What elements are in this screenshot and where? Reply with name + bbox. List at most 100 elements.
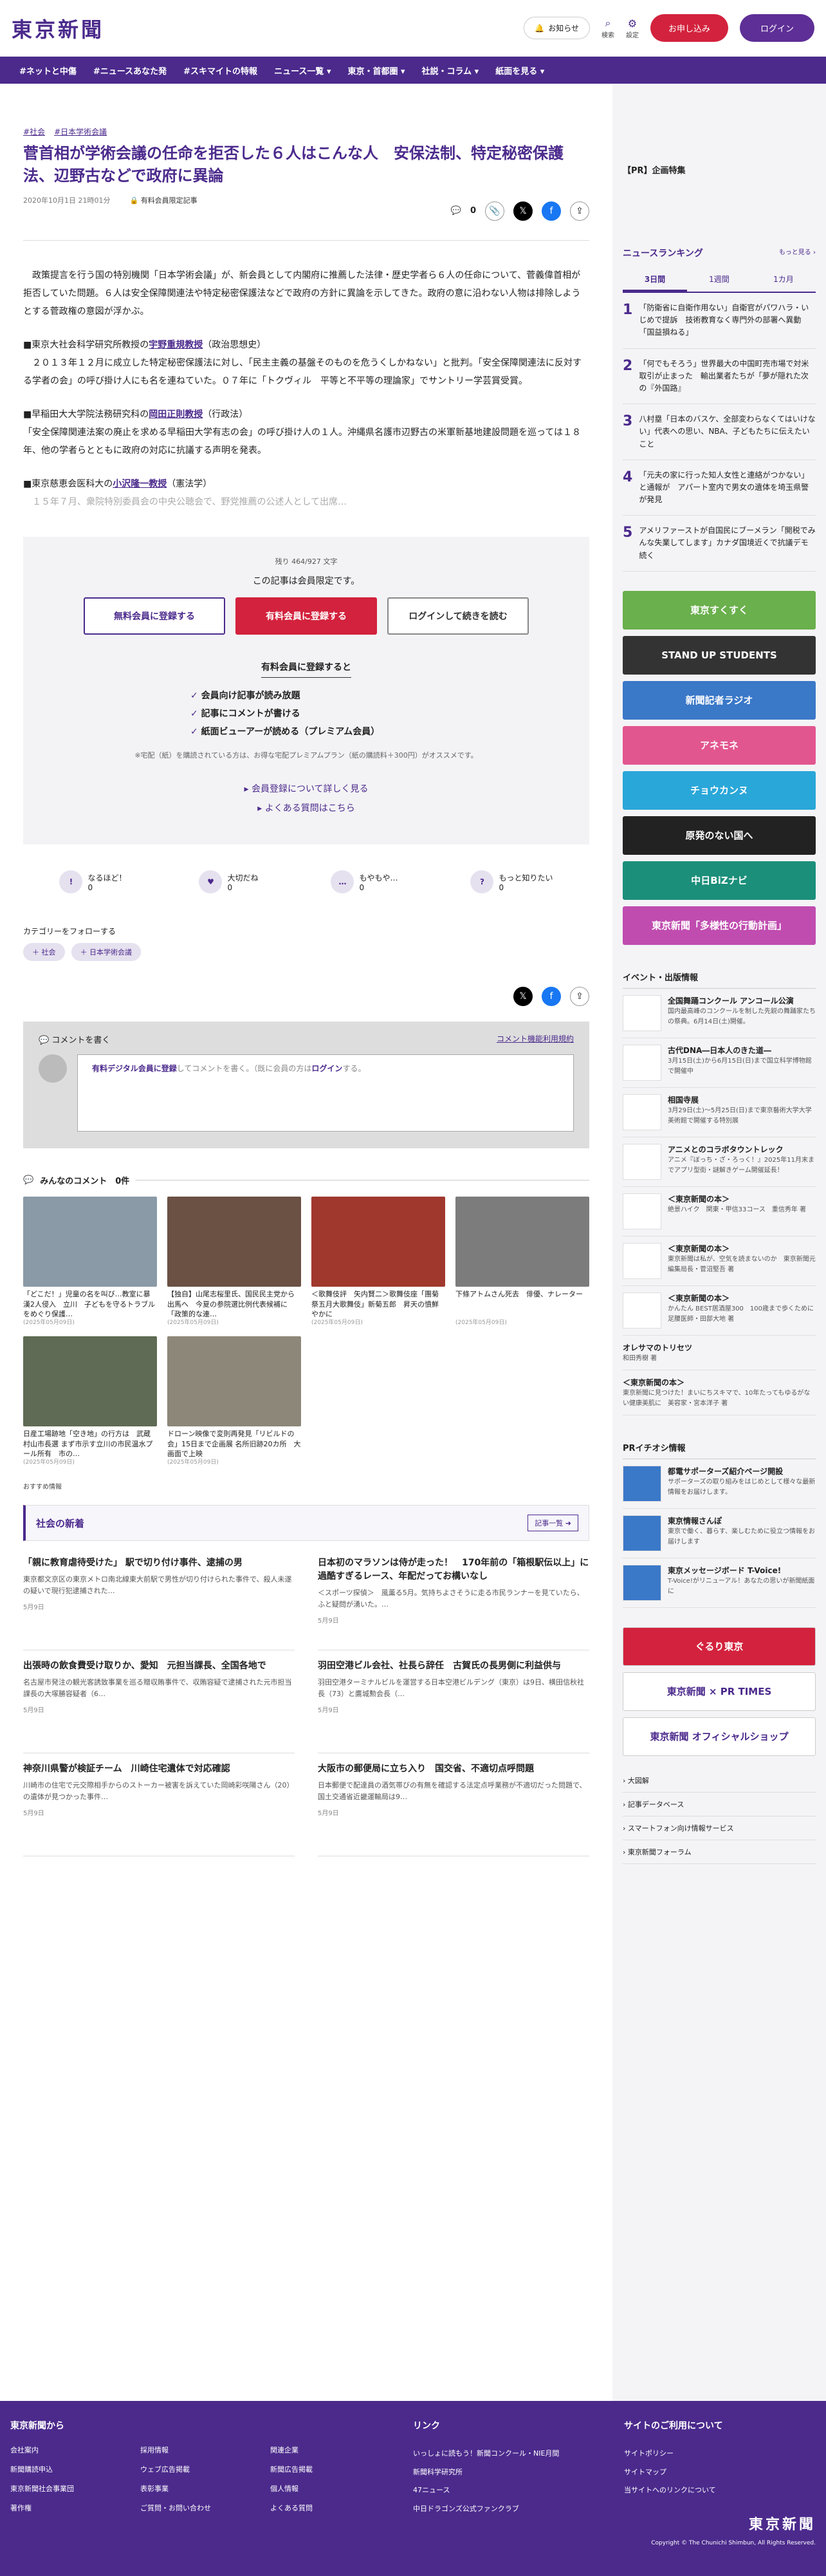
faq-link[interactable]: ▸ よくある質問はこちら	[46, 799, 566, 819]
promo-banner[interactable]: アネモネ	[623, 725, 816, 765]
person-link[interactable]: 宇野重規教授	[149, 340, 203, 350]
news-item[interactable]: 羽田空港ビル会社、社長ら辞任 古賀氏の長男側に利益供与 羽田空港ターミナルビルを運…	[318, 1650, 589, 1754]
sidebar-link[interactable]: › スマートフォン向け情報サービス	[623, 1816, 816, 1840]
ranking-item[interactable]: 4 「元夫の家に行った知人女性と連絡がつかない」と通報が アパート室内で男女の遺体…	[623, 460, 816, 516]
settings-button[interactable]: ⚙ 設定	[626, 17, 639, 39]
sidebar-link[interactable]: › 記事データベース	[623, 1793, 816, 1816]
news-item[interactable]: 神奈川県警が検証チーム 川崎住宅遺体で対応確認 川崎市の住宅で元交際相手からのスト…	[23, 1753, 295, 1857]
footer-link[interactable]: 47ニュース	[413, 2481, 605, 2500]
event-item[interactable]: 全国舞踊コンクール アンコール公演 国内最高峰のコンクールを制した先鋭の舞踊家たち…	[623, 989, 816, 1038]
search-button[interactable]: ⌕ 検索	[601, 17, 614, 39]
ranking-item[interactable]: 1 「防衛省に自衛作用ない」自衛官がパワハラ・いじめで提訴 技術教育なく専門外の部…	[623, 293, 816, 349]
register-info-link[interactable]: ▸ 会員登録について詳しく見る	[46, 779, 566, 799]
event-item[interactable]: 古代DNA―日本人のきた道― 3月15日(土)から6月15日(日)まで国立科学博物…	[623, 1038, 816, 1088]
share-icon[interactable]: ⇪	[570, 987, 589, 1007]
news-more-button[interactable]: 記事一覧 ➜	[528, 1515, 578, 1532]
sidebar-link[interactable]: › 大図解	[623, 1769, 816, 1793]
apply-button[interactable]: お申し込み	[650, 14, 728, 42]
bottom-banner[interactable]: ぐるり東京	[623, 1627, 816, 1666]
reaction-button[interactable]: … もやもや… 0	[331, 870, 398, 894]
event-item[interactable]: ＜東京新聞の本＞ 東京新聞に見つけた！まいにちスキマで、10年たってもゆるがない健…	[623, 1370, 816, 1415]
ranking-item[interactable]: 2 「何でもそろう」世界最大の中国町売市場で対米取引が止まった 輸出業者たちが「夢…	[623, 349, 816, 405]
related-article-card[interactable]: 下條アトムさん死去 俳優、ナレーター (2025年05月09日)	[455, 1197, 589, 1326]
nav-item[interactable]: #スキマイトの特報	[183, 64, 257, 77]
news-item[interactable]: 出張時の飲食費受け取りか、愛知 元担当課長、全国各地で 名古屋市発注の観光客誘致事…	[23, 1650, 295, 1754]
nav-item[interactable]: #ネットと中傷	[19, 64, 77, 77]
clip-icon[interactable]: 📎	[485, 201, 504, 221]
promo-banner[interactable]: 新聞記者ラジオ	[623, 680, 816, 720]
event-item[interactable]: ＜東京新聞の本＞ 東京新聞は私が、空気を読まないのか 東京新聞元編集局長・菅沼堅吾…	[623, 1237, 816, 1286]
promo-banner[interactable]: 東京すくすく	[623, 590, 816, 630]
promo-banner[interactable]: 東京新聞「多様性の行動計画」	[623, 906, 816, 945]
nav-item[interactable]: 東京・首都圏 ▾	[347, 64, 405, 77]
reaction-button[interactable]: ? もっと知りたい 0	[470, 870, 553, 894]
facebook-share-icon[interactable]: f	[542, 987, 561, 1007]
tab-1month[interactable]: 1カ月	[751, 268, 816, 292]
related-article-card[interactable]: ドローン映像で変則再発見「リビルドの会」15日まで企画展 名所旧跡20カ所 大画…	[167, 1336, 301, 1466]
footer-link[interactable]: 個人情報	[270, 2483, 394, 2494]
footer-link[interactable]: 表彰事業	[140, 2483, 264, 2494]
footer-link[interactable]: 新聞購読申込	[10, 2464, 134, 2474]
site-logo[interactable]: 東京新聞	[12, 14, 104, 43]
tab-1week[interactable]: 1週間	[687, 268, 751, 292]
related-article-card[interactable]: 「どこだ！」児童の名を叫び…教室に暴漢2人侵入 立川 子どもを守るトラブルをめぐ…	[23, 1197, 157, 1326]
footer-link[interactable]: 会社案内	[10, 2445, 134, 2455]
comment-rules-link[interactable]: コメント機能利用規約	[497, 1033, 574, 1045]
footer-link[interactable]: サイトポリシー	[624, 2445, 816, 2463]
footer-link[interactable]: サイトマップ	[624, 2463, 816, 2482]
related-article-card[interactable]: 【独自】山尾志桜里氏、国民民主党から出馬へ 今夏の参院選比例代表候補に「政策的な…	[167, 1197, 301, 1326]
event-item[interactable]: 相国寺展 3月29日(土)〜5月25日(日)まで東京藝術大学大学美術館で開催する特…	[623, 1088, 816, 1137]
related-article-card[interactable]: 日産工場跡地「空き地」の行方は 武蔵村山市長選 まず市示す立川の市民温水プール所…	[23, 1336, 157, 1466]
facebook-share-icon[interactable]: f	[542, 201, 561, 221]
comment-input[interactable]: 有料デジタル会員に登録してコメントを書く。（既に会員の方はログインする。	[77, 1054, 574, 1132]
footer-link[interactable]: 東京新聞社会事業団	[10, 2483, 134, 2494]
promo-banner[interactable]: チョウカンヌ	[623, 770, 816, 810]
tag-link[interactable]: #社会	[23, 126, 45, 137]
footer-link[interactable]: いっしょに読もう！新聞コンクール・NIE月間	[413, 2445, 605, 2463]
pr-item[interactable]: 東京情報さんぽ 東京で働く、暮らす、楽しむために役立つ情報をお届けします	[623, 1509, 816, 1558]
pr-item[interactable]: 東京メッセージボード T-Voice! T-Voice!がリニューアル！あなたの思…	[623, 1558, 816, 1608]
person-link[interactable]: 小沢隆一教授	[113, 479, 167, 489]
event-item[interactable]: ＜東京新聞の本＞ かんたん BEST居酒屋300 100歳まで歩くために 足腰医師…	[623, 1286, 820, 1336]
news-item[interactable]: 大阪市の郵便局に立ち入り 国交省、不適切点呼問題 日本郵便で配達員の酒気帯びの有無…	[318, 1753, 589, 1857]
footer-link[interactable]: よくある質問	[270, 2503, 394, 2513]
event-item[interactable]: アニメとのコラボタウントレック アニメ『ぼっち・ざ・ろっく！』2025年11月末ま…	[623, 1137, 816, 1187]
login-continue-button[interactable]: ログインして続きを読む	[387, 597, 529, 635]
pr-item[interactable]: 都電サポーターズ紹介ページ開設 サポーターズの取り組みをはじめとして様々な最新情報…	[623, 1459, 816, 1509]
footer-link[interactable]: 中日ドラゴンズ公式ファンクラブ	[413, 2500, 605, 2519]
related-article-card[interactable]: ＜歌舞伎評 矢内賢二＞歌舞伎座「團菊祭五月大歌舞伎」新菊五郎 昇天の憤鮮やかに (…	[311, 1197, 445, 1326]
nav-item[interactable]: 社説・コラム ▾	[422, 64, 479, 77]
footer-link[interactable]: 関連企業	[270, 2445, 394, 2455]
ranking-more-link[interactable]: もっと見る ›	[779, 247, 816, 259]
bottom-banner[interactable]: 東京新聞 オフィシャルショップ	[623, 1717, 816, 1756]
person-link[interactable]: 岡田正則教授	[149, 409, 203, 420]
paid-register-button[interactable]: 有料会員に登録する	[235, 597, 377, 635]
news-item[interactable]: 「親に教育虐待受けた」 駅で切り付け事件、逮捕の男 東京都文京区の東京メトロ南北線…	[23, 1547, 295, 1651]
x-share-icon[interactable]: 𝕏	[513, 987, 533, 1007]
promo-banner[interactable]: 原発のない国へ	[623, 816, 816, 855]
footer-link[interactable]: 著作権	[10, 2503, 134, 2513]
footer-link[interactable]: 新聞広告掲載	[270, 2464, 394, 2474]
event-item[interactable]: ＜東京新聞の本＞ 絶景ハイク 関東・甲信33コース 重信秀年 著	[623, 1187, 816, 1237]
promo-banner[interactable]: 中日BiZナビ	[623, 861, 816, 900]
tab-3days[interactable]: 3日間	[623, 268, 687, 292]
news-item[interactable]: 日本初のマラソンは侍が走った！ 170年前の「箱根駅伝以上」に過酷すぎるレース、…	[318, 1547, 589, 1651]
reaction-button[interactable]: ♥ 大切だね 0	[199, 870, 259, 894]
share-icon[interactable]: ⇪	[570, 201, 589, 221]
reaction-button[interactable]: ! なるほど！ 0	[59, 870, 127, 894]
footer-link[interactable]: ウェブ広告掲載	[140, 2464, 264, 2474]
free-register-button[interactable]: 無料会員に登録する	[84, 597, 225, 635]
footer-link[interactable]: 採用情報	[140, 2445, 264, 2455]
ranking-item[interactable]: 5 アメリファーストが自国民にブーメラン「開税でみんな失業してします」カナダ国境近…	[623, 516, 816, 572]
ranking-item[interactable]: 3 八村塁「日本のバスケ、全部変わらなくてはいけない」代表への思い、NBA、子ども…	[623, 404, 816, 460]
notify-button[interactable]: 🔔 お知らせ	[524, 17, 590, 39]
follow-tag-button[interactable]: ＋ 日本学術会議	[71, 943, 141, 962]
promo-banner[interactable]: STAND UP STUDENTS	[623, 635, 816, 675]
nav-item[interactable]: ニュース一覧 ▾	[274, 64, 331, 77]
login-button[interactable]: ログイン	[739, 14, 814, 42]
footer-link[interactable]: ご質問・お問い合わせ	[140, 2503, 264, 2513]
nav-item[interactable]: 紙面を見る ▾	[495, 64, 544, 77]
comment-icon[interactable]: 💬	[451, 206, 461, 216]
sidebar-link[interactable]: › 東京新聞フォーラム	[623, 1840, 816, 1864]
bottom-banner[interactable]: 東京新聞 × PR TIMES	[623, 1672, 816, 1711]
